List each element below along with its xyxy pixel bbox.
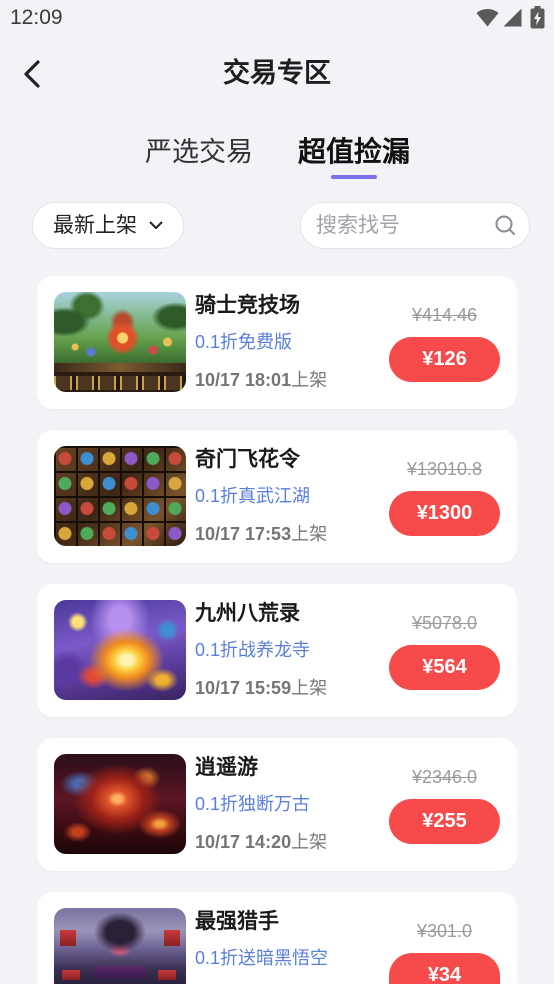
search-icon[interactable] xyxy=(494,214,516,236)
chevron-down-icon xyxy=(149,221,163,230)
price-button[interactable]: ¥255 xyxy=(389,799,500,844)
listed-suffix: 上架 xyxy=(291,370,328,390)
game-title: 奇门飞花令 xyxy=(195,448,300,471)
game-thumbnail xyxy=(54,754,186,854)
listing-list: 骑士竞技场 0.1折免费版 10/17 18:01上架 ¥414.46 ¥126… xyxy=(37,276,517,984)
game-title: 最强猎手 xyxy=(195,910,279,933)
offer-tag: 0.1折真武江湖 xyxy=(195,486,311,506)
listing-card[interactable]: 骑士竞技场 0.1折免费版 10/17 18:01上架 ¥414.46 ¥126 xyxy=(37,276,517,409)
offer-tag: 0.1折送暗黑悟空 xyxy=(195,948,329,968)
listed-suffix: 上架 xyxy=(291,832,328,852)
chevron-left-icon xyxy=(22,59,42,89)
listed-info: 10/17 18:01上架 xyxy=(195,368,327,392)
game-title: 逍遥游 xyxy=(195,756,258,779)
battery-charging-icon xyxy=(530,6,545,29)
tab-label: 超值捡漏 xyxy=(297,136,410,167)
game-thumbnail xyxy=(54,292,186,392)
listing-card[interactable]: 奇门飞花令 0.1折真武江湖 10/17 17:53上架 ¥13010.8 ¥1… xyxy=(37,430,517,563)
listed-info: 10/17 15:59上架 xyxy=(195,676,327,700)
offer-tag: 0.1折免费版 xyxy=(195,332,293,352)
status-bar: 12:09 xyxy=(0,0,554,38)
status-time: 12:09 xyxy=(10,6,63,29)
sort-selected-label: 最新上架 xyxy=(53,214,137,237)
price-button[interactable]: ¥564 xyxy=(389,645,500,690)
signal-icon xyxy=(503,8,522,27)
listing-card[interactable]: 最强猎手 0.1折送暗黑悟空 ¥301.0 ¥34 xyxy=(37,892,517,984)
game-thumbnail xyxy=(54,446,186,546)
tab-bargain-deals[interactable]: 超值捡漏 xyxy=(289,134,419,180)
game-title: 骑士竞技场 xyxy=(195,294,300,317)
wifi-icon xyxy=(476,8,499,27)
offer-tag: 0.1折独断万古 xyxy=(195,794,311,814)
original-price: ¥414.46 xyxy=(411,305,478,325)
back-button[interactable] xyxy=(14,56,50,92)
price-button[interactable]: ¥34 xyxy=(389,953,500,984)
tab-bar: 严选交易 超值捡漏 xyxy=(0,134,554,180)
sort-dropdown[interactable]: 最新上架 xyxy=(32,202,184,249)
page-title: 交易专区 xyxy=(223,58,331,88)
listed-time: 10/17 15:59 xyxy=(195,678,292,698)
listed-time: 10/17 14:20 xyxy=(195,832,292,852)
offer-tag: 0.1折战养龙寺 xyxy=(195,640,311,660)
original-price: ¥301.0 xyxy=(416,921,473,941)
price-button[interactable]: ¥126 xyxy=(389,337,500,382)
game-thumbnail xyxy=(54,600,186,700)
listed-time: 10/17 17:53 xyxy=(195,524,292,544)
listing-card[interactable]: 九州八荒录 0.1折战养龙寺 10/17 15:59上架 ¥5078.0 ¥56… xyxy=(37,584,517,717)
listed-info: 10/17 14:20上架 xyxy=(195,830,327,854)
original-price: ¥13010.8 xyxy=(406,459,483,479)
search-input[interactable] xyxy=(316,203,486,248)
listed-suffix: 上架 xyxy=(291,678,328,698)
listing-card[interactable]: 逍遥游 0.1折独断万古 10/17 14:20上架 ¥2346.0 ¥255 xyxy=(37,738,517,871)
tab-indicator xyxy=(331,175,377,179)
listed-time: 10/17 18:01 xyxy=(195,370,292,390)
listed-info: 10/17 17:53上架 xyxy=(195,522,327,546)
original-price: ¥2346.0 xyxy=(411,767,478,787)
tab-label: 严选交易 xyxy=(145,137,253,167)
game-title: 九州八荒录 xyxy=(195,602,300,625)
game-thumbnail xyxy=(54,908,186,984)
trade-zone-screen: 12:09 交易专区 严选交易 超值捡漏 最新上架 搜索找号 骑士竞技场 0.1… xyxy=(0,0,554,984)
tab-curated-trades[interactable]: 严选交易 xyxy=(134,134,264,180)
search-box[interactable] xyxy=(300,202,530,249)
listed-suffix: 上架 xyxy=(291,524,328,544)
price-button[interactable]: ¥1300 xyxy=(389,491,500,536)
original-price: ¥5078.0 xyxy=(411,613,478,633)
